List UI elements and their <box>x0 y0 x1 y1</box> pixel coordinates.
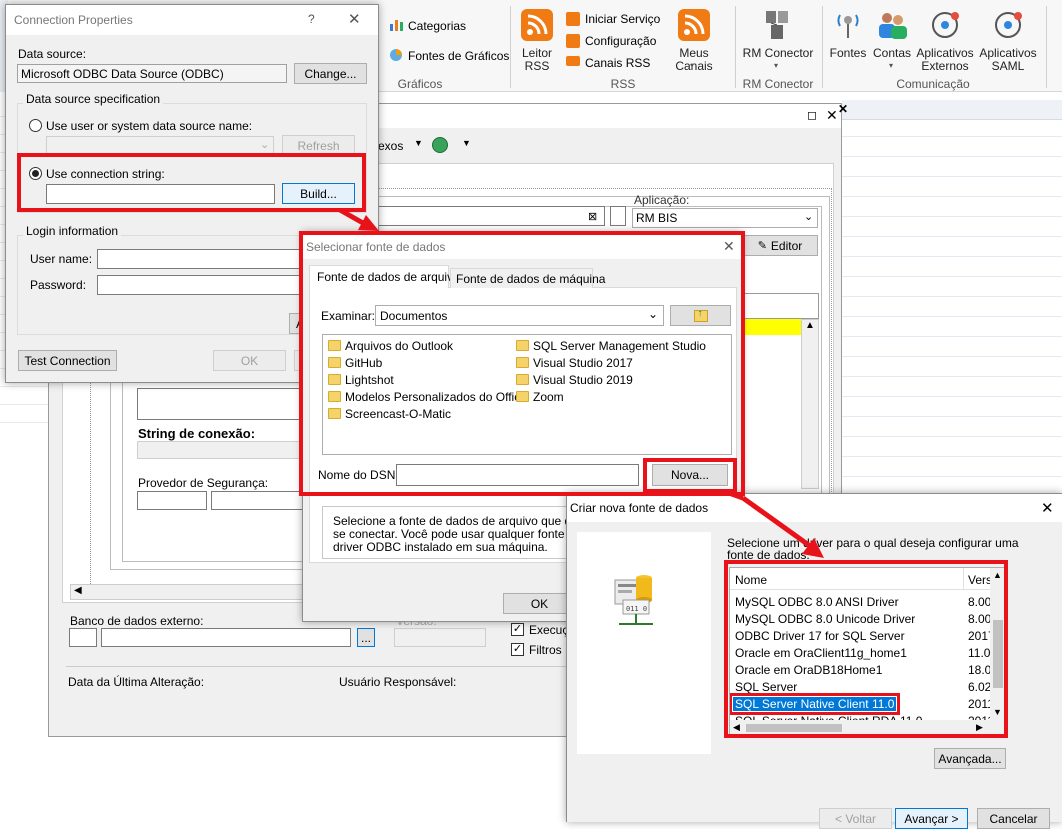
annotation-arrows <box>338 207 824 558</box>
